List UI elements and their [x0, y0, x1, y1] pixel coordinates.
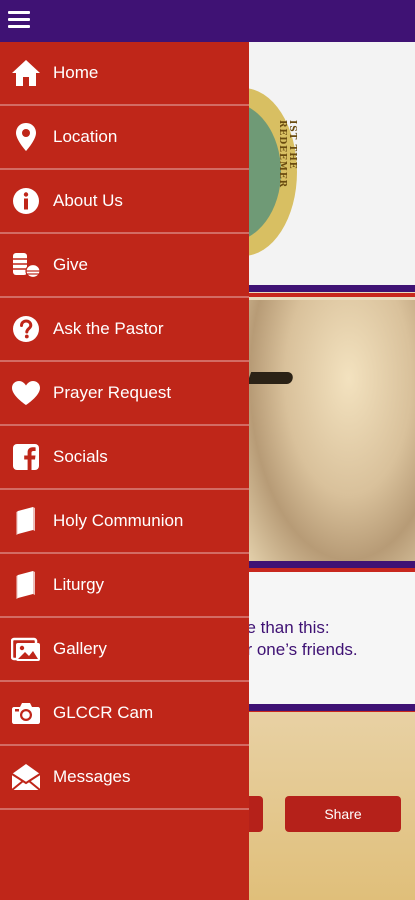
- church-seal-panel: IST THE REDEEMER: [249, 42, 415, 292]
- main-content-background: IST THE REDEEMER ne than this: or one’s …: [249, 42, 415, 900]
- menu-item-label: About Us: [53, 191, 123, 210]
- heart-icon: [11, 378, 41, 408]
- seal-text: IST THE REDEEMER: [277, 120, 297, 189]
- menu-item-glccr-cam[interactable]: GLCCR Cam: [0, 682, 249, 746]
- navigation-drawer: Home Location About Us Give Ask the Past…: [0, 42, 249, 900]
- menu-item-label: Holy Communion: [53, 511, 184, 530]
- menu-item-location[interactable]: Location: [0, 106, 249, 170]
- menu-item-label: Location: [53, 127, 118, 146]
- menu-item-label: Gallery: [53, 639, 107, 658]
- book-icon: [11, 570, 41, 600]
- location-pin-icon: [11, 122, 41, 152]
- verse-text: ne than this: or one’s friends. 3: [249, 618, 358, 659]
- sky-image: [249, 300, 415, 562]
- envelope-icon: [11, 762, 41, 792]
- book-icon: [11, 506, 41, 536]
- menu-item-label: Socials: [53, 447, 108, 466]
- share-button[interactable]: Share: [285, 796, 401, 832]
- menu-item-gallery[interactable]: Gallery: [0, 618, 249, 682]
- menu-item-label: Give: [53, 255, 88, 274]
- info-icon: [11, 186, 41, 216]
- facebook-icon: [11, 442, 41, 472]
- divider-stripe: [249, 561, 415, 568]
- menu-item-label: GLCCR Cam: [53, 703, 154, 722]
- menu-item-label: Prayer Request: [53, 383, 172, 402]
- coins-icon: [11, 250, 41, 280]
- menu-item-messages[interactable]: Messages: [0, 746, 249, 810]
- bird-silhouette: [249, 372, 296, 384]
- menu-item-label: Home: [53, 63, 99, 82]
- camera-icon: [11, 698, 41, 728]
- menu-item-holy-communion[interactable]: Holy Communion: [0, 490, 249, 554]
- divider-stripe: [249, 285, 415, 292]
- divider-stripe: [249, 293, 415, 297]
- menu-item-liturgy[interactable]: Liturgy: [0, 554, 249, 618]
- menu-item-label: Messages: [53, 767, 131, 786]
- menu-item-prayer-request[interactable]: Prayer Request: [0, 362, 249, 426]
- divider-stripe: [249, 704, 415, 711]
- question-icon: [11, 314, 41, 344]
- menu-item-label: Ask the Pastor: [53, 319, 164, 338]
- home-icon: [11, 58, 41, 88]
- menu-item-home[interactable]: Home: [0, 42, 249, 106]
- menu-item-about-us[interactable]: About Us: [0, 170, 249, 234]
- secondary-action-button[interactable]: [249, 796, 263, 832]
- gallery-icon: [11, 634, 41, 664]
- menu-item-socials[interactable]: Socials: [0, 426, 249, 490]
- hamburger-icon[interactable]: [8, 10, 30, 30]
- menu-item-give[interactable]: Give: [0, 234, 249, 298]
- menu-item-label: Liturgy: [53, 575, 105, 594]
- menu-item-ask-the-pastor[interactable]: Ask the Pastor: [0, 298, 249, 362]
- app-header: [0, 0, 415, 42]
